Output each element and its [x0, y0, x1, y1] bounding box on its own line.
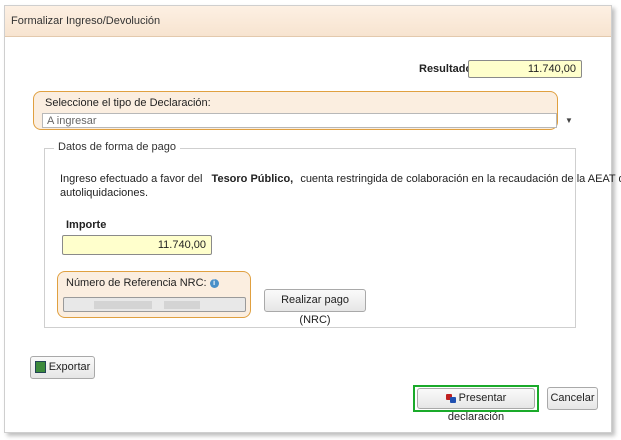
- title-bar: Formalizar Ingreso/Devolución: [5, 6, 611, 37]
- nrc-redacted-block: [94, 301, 152, 309]
- resultado-label: Resultado: [419, 63, 473, 75]
- dialog-window: Formalizar Ingreso/Devolución Resultado …: [4, 5, 621, 433]
- pago-description: Ingreso efectuado a favor del Tesoro Púb…: [60, 173, 621, 185]
- pago-legend: Datos de forma de pago: [54, 141, 181, 153]
- cancelar-button[interactable]: Cancelar: [547, 387, 598, 410]
- pago-text-bold: Tesoro Público,: [211, 173, 294, 185]
- presentar-button[interactable]: Presentar declaración: [417, 388, 535, 423]
- resultado-field: 11.740,00: [468, 60, 582, 78]
- presentar-label: Presentar declaración: [447, 392, 507, 423]
- nrc-label: Número de Referencia NRC: i: [66, 277, 219, 289]
- info-icon[interactable]: i: [209, 278, 219, 288]
- chevron-down-icon[interactable]: ▼: [562, 114, 576, 128]
- importe-label: Importe: [66, 219, 107, 231]
- nrc-label-text: Número de Referencia NRC:: [66, 277, 207, 289]
- window-title: Formalizar Ingreso/Devolución: [11, 15, 161, 27]
- exportar-button[interactable]: Exportar: [30, 356, 95, 379]
- calculator-icon: [34, 361, 46, 374]
- pago-text-before: Ingreso efectuado a favor del: [60, 173, 203, 185]
- nrc-redacted-block: [164, 301, 200, 309]
- sign-icon: [445, 393, 456, 403]
- declaracion-select[interactable]: A ingresar: [42, 113, 557, 128]
- importe-field: 11.740,00: [62, 235, 212, 255]
- nrc-input[interactable]: [63, 297, 246, 312]
- realizar-pago-button[interactable]: Realizar pago (NRC): [264, 289, 366, 326]
- declaracion-label: Seleccione el tipo de Declaración:: [45, 97, 211, 109]
- exportar-label: Exportar: [48, 361, 91, 373]
- pago-text-line2: autoliquidaciones.: [60, 187, 149, 199]
- pago-text-after: cuenta restringida de colaboración en la…: [300, 173, 621, 185]
